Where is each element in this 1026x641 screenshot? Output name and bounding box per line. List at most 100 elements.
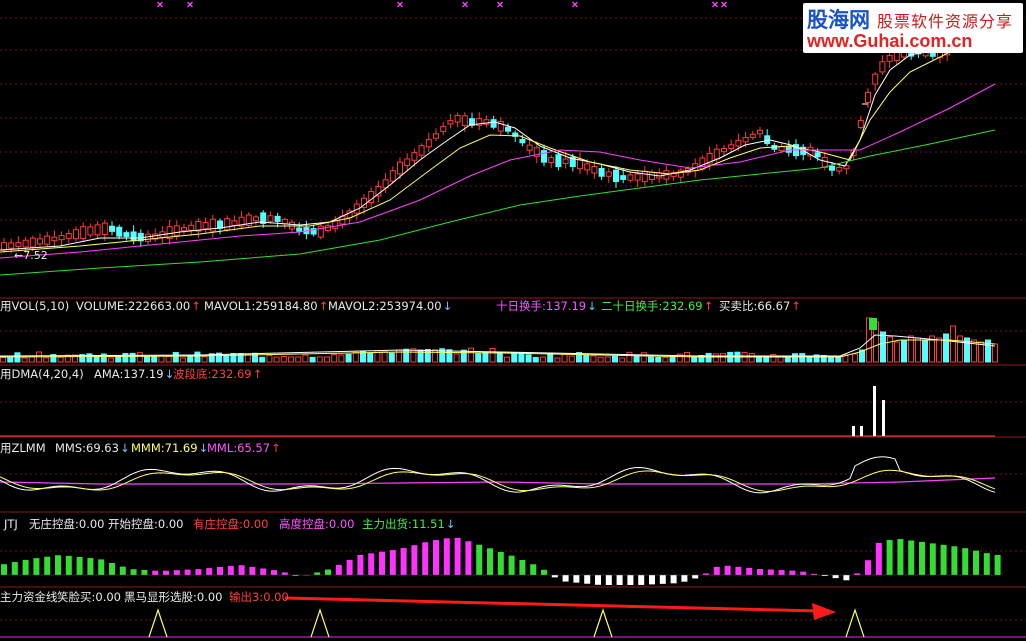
volume-bar <box>619 357 626 363</box>
vol-volume-text: VOLUME:222663.00 <box>76 299 191 313</box>
candle-body <box>267 215 274 222</box>
volume-bar <box>187 355 194 363</box>
candle-body <box>526 144 533 151</box>
candle-body <box>58 235 65 241</box>
candle-body <box>202 222 209 230</box>
red-arrow-shaft <box>284 596 821 613</box>
volume-panel[interactable] <box>0 317 998 363</box>
candle-body <box>433 133 439 139</box>
jtj-bar <box>433 540 439 575</box>
volume-bar <box>446 349 453 363</box>
volume-bar <box>180 357 186 363</box>
jtj-bar <box>843 575 850 581</box>
volume-bar <box>712 353 719 363</box>
volume-bar <box>901 339 907 363</box>
jtj-bar <box>76 556 83 575</box>
vol-mavol2-text: MAVOL2:253974.00 <box>328 299 442 313</box>
jtj-bar <box>973 550 979 575</box>
volume-bar <box>432 349 438 363</box>
jtj-bar <box>173 570 180 575</box>
x-marker-icon <box>187 1 193 8</box>
jtj-none-value: 无庄控盘:0.00 <box>29 517 105 531</box>
volume-bar <box>748 352 755 363</box>
volume-bar <box>468 347 474 363</box>
jtj-bar <box>411 545 418 575</box>
fund-line-panel[interactable] <box>148 608 865 638</box>
volume-bar <box>583 354 590 363</box>
candle-body <box>375 186 382 197</box>
arrow-down-icon: ↓ <box>442 299 453 313</box>
jtj-bar <box>281 572 288 575</box>
zlmm-panel[interactable] <box>0 456 996 494</box>
volume-bar <box>367 352 374 363</box>
volume-bar <box>194 351 201 363</box>
candle-body <box>548 157 555 164</box>
stock-chart-window: 股海网 股票软件资源分享 www.Guhai.com.cn ←7.52 用VOL… <box>0 0 1026 641</box>
fund-indicator-name[interactable]: 主力资金线 <box>0 590 58 604</box>
candle-body <box>598 168 605 177</box>
candle-body <box>749 133 756 138</box>
dma-bottom-text: 波段底:232.69 <box>173 367 252 381</box>
volume-bar <box>943 333 949 363</box>
zlmm-indicator-name[interactable]: 用ZLMM <box>0 441 46 455</box>
candle-body <box>713 148 720 160</box>
dma-panel[interactable] <box>0 386 995 437</box>
fund-smile-value: 笑脸买:0.00 <box>57 590 121 604</box>
candle-body <box>65 233 72 239</box>
candle-body <box>51 236 58 242</box>
volume-bar <box>57 356 64 363</box>
jtj-panel[interactable] <box>0 537 1001 585</box>
candle-body <box>728 144 735 149</box>
candle-body <box>397 161 403 175</box>
vol-indicator-name[interactable]: 用VOL(5,10) <box>0 299 69 313</box>
jtj-bar <box>357 554 364 575</box>
candle-body <box>814 152 821 158</box>
volume-bar <box>806 356 813 363</box>
x-marker-icon <box>721 1 727 8</box>
volume-bar <box>266 354 273 363</box>
jtj-high-value: 高度控盘:0.00 <box>279 517 355 531</box>
jtj-bar <box>832 575 839 579</box>
candle-body <box>735 139 742 147</box>
candle-body <box>231 220 238 226</box>
logo-brand: 股海网 <box>807 7 870 32</box>
volume-bar <box>691 356 698 363</box>
candle-body <box>613 169 619 183</box>
volume-bar <box>894 341 900 363</box>
jtj-bar <box>325 569 331 575</box>
price-panel[interactable] <box>0 42 996 276</box>
volume-bar <box>288 356 294 363</box>
volume-bar <box>496 352 503 363</box>
jtj-bar <box>541 569 547 575</box>
chart-canvas[interactable] <box>0 0 1026 641</box>
candle-body <box>116 226 123 237</box>
candle-body <box>173 225 180 237</box>
candle-body <box>641 170 648 183</box>
volume-bar <box>331 353 338 363</box>
arrow-down-icon: ↓ <box>445 517 456 531</box>
zlmm-mml-value: MML:65.57↑ <box>207 441 281 455</box>
jtj-bar <box>595 575 601 585</box>
jtj-bar <box>217 567 223 575</box>
volume-bar <box>115 355 122 363</box>
jtj-bar <box>249 566 256 575</box>
jtj-bar <box>487 548 493 575</box>
dma-indicator-name[interactable]: 用DMA(4,20,4) <box>0 367 84 381</box>
jtj-bar <box>530 564 537 575</box>
jtj-bar <box>195 569 202 575</box>
arrow-up-icon: ↑ <box>191 299 201 313</box>
candle-body <box>8 242 15 249</box>
jtj-bar <box>908 540 915 575</box>
candle-body <box>505 126 511 132</box>
candle-body <box>123 232 130 237</box>
jtj-bar <box>940 544 947 575</box>
jtj-bar <box>735 566 742 575</box>
volume-bar <box>604 356 611 363</box>
jtj-out-text: 主力出货:11.51 <box>362 517 445 531</box>
volume-bar <box>230 352 237 363</box>
jtj-indicator-name[interactable]: JTJ <box>4 517 18 531</box>
candle-body <box>584 163 591 171</box>
volume-bar <box>21 357 28 363</box>
candle-body <box>217 220 223 229</box>
volume-bar <box>828 356 834 363</box>
